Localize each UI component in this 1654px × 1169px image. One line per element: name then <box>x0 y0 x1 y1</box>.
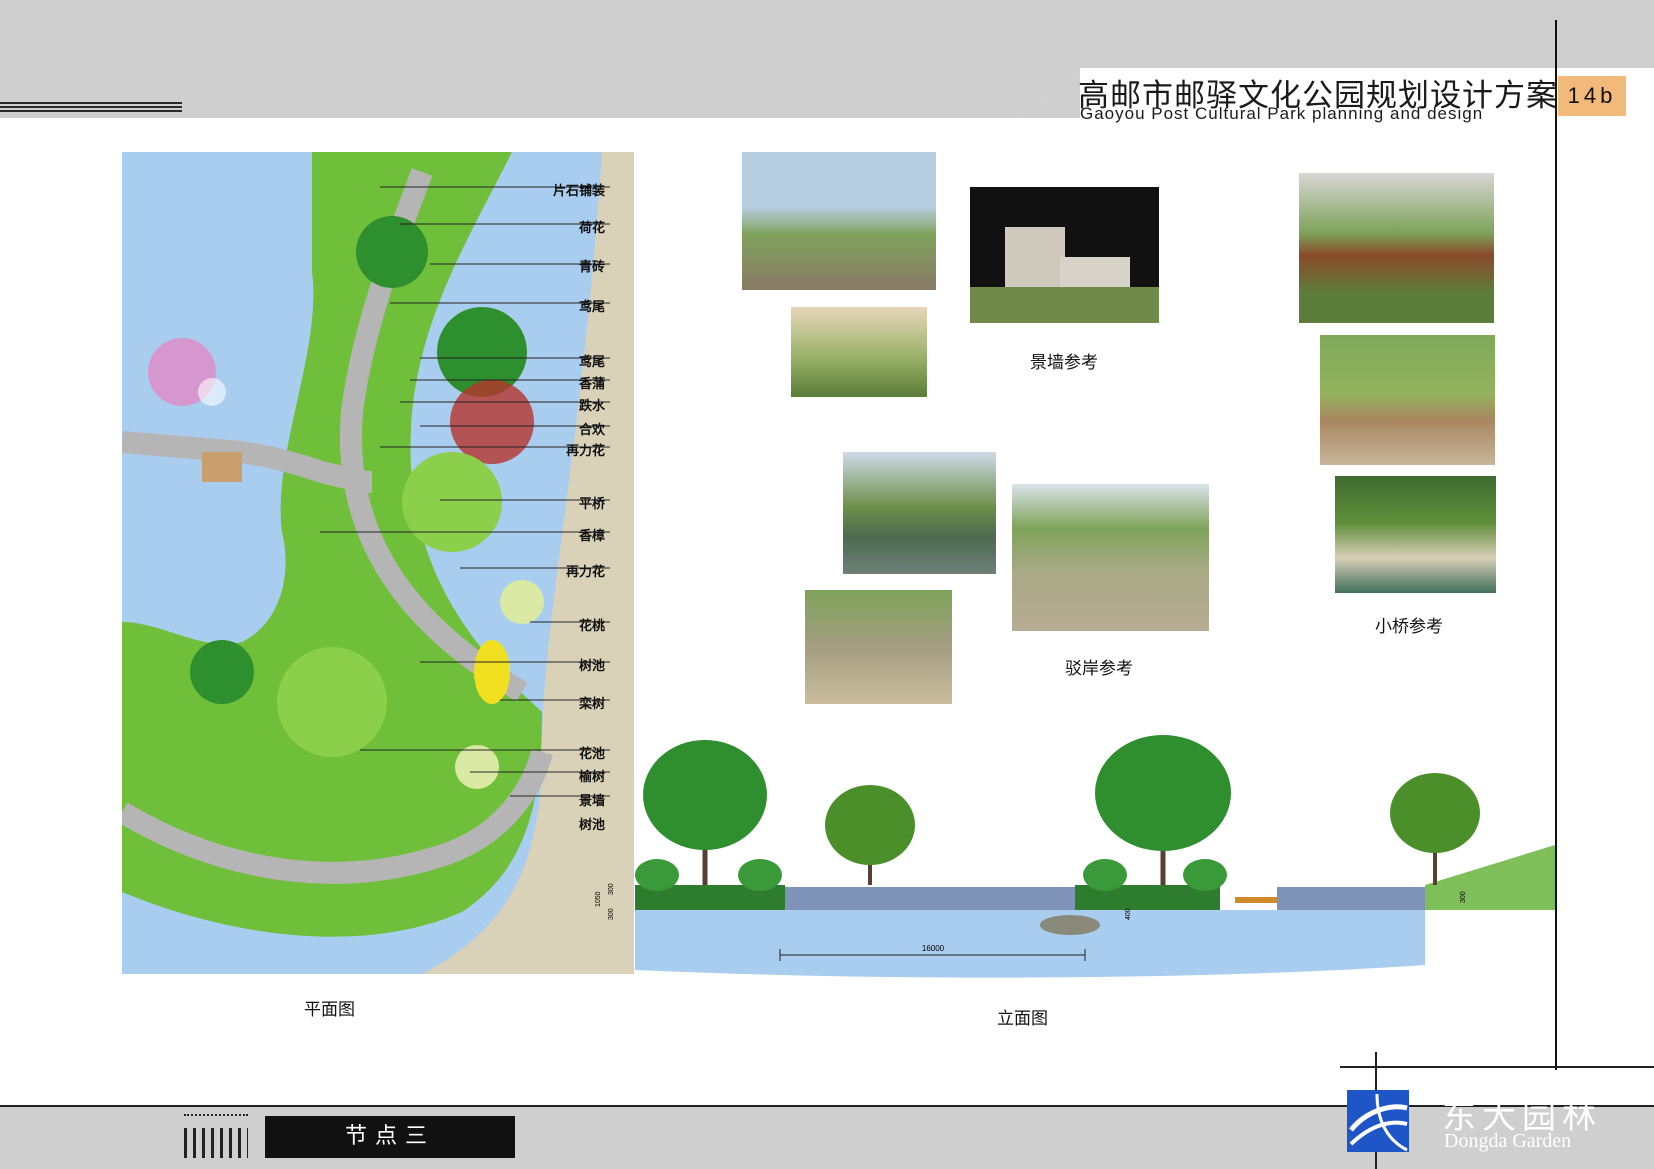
bridge-reference-caption: 小桥参考 <box>1375 617 1443 637</box>
wall-photo-3 <box>970 187 1159 323</box>
footer-brand-rule <box>1340 1066 1654 1068</box>
plant-label: 香樟 <box>578 529 605 544</box>
plant-label: 合欢 <box>578 423 605 438</box>
bank-photo-1 <box>843 452 996 574</box>
elevation-height-2: 1050 <box>595 891 602 907</box>
wall-photo-1 <box>742 152 936 290</box>
plant-label: 再力花 <box>565 565 605 580</box>
elevation-height-3: 300 <box>608 908 615 920</box>
plant-label: 树池 <box>578 659 605 674</box>
bridge-photo-2 <box>1320 335 1495 465</box>
plant-label: 荷花 <box>578 221 605 236</box>
brand-name-en: Dongda Garden <box>1444 1130 1572 1152</box>
bridge-photo-3 <box>1335 476 1496 593</box>
plant-label: 花桃 <box>578 619 605 634</box>
elevation-dimension: 16000 <box>922 944 945 953</box>
elevation-height-1: 300 <box>608 883 615 895</box>
plant-label: 栾树 <box>578 697 605 712</box>
elevation-height-5: 300 <box>1460 891 1467 903</box>
brand-logo-icon <box>1347 1090 1409 1152</box>
plant-label: 片石铺装 <box>552 184 605 199</box>
plant-label: 鸢尾 <box>578 300 605 315</box>
plant-label: 平桥 <box>578 497 605 512</box>
footer-dots <box>184 1114 248 1118</box>
right-margin-rule <box>1555 20 1557 1070</box>
elevation-caption: 立面图 <box>997 1009 1048 1029</box>
bridge-photo-1 <box>1299 173 1494 323</box>
elevation-drawing: 16000 300 1050 300 400 300 <box>595 735 1555 978</box>
elevation-height-4: 400 <box>1125 908 1132 920</box>
bank-reference-caption: 驳岸参考 <box>1065 659 1133 679</box>
header-decor-lines <box>0 102 182 114</box>
footer-bars <box>184 1128 248 1158</box>
page-subtitle: Gaoyou Post Cultural Park planning and d… <box>1080 104 1484 123</box>
bank-photo-3 <box>805 590 952 704</box>
plant-label: 再力花 <box>565 444 605 459</box>
node-label: 节点三 <box>265 1116 515 1158</box>
plan-caption: 平面图 <box>304 1000 355 1020</box>
wall-photo-2 <box>791 307 927 397</box>
bank-photo-2 <box>1012 484 1209 631</box>
plant-label: 香蒲 <box>578 377 605 392</box>
plant-label: 青砖 <box>578 260 605 275</box>
page-number-tab: 14b <box>1558 76 1626 116</box>
plant-label: 跌水 <box>578 399 605 414</box>
wall-reference-caption: 景墙参考 <box>1030 353 1098 373</box>
plant-label: 鸢尾 <box>578 355 605 370</box>
